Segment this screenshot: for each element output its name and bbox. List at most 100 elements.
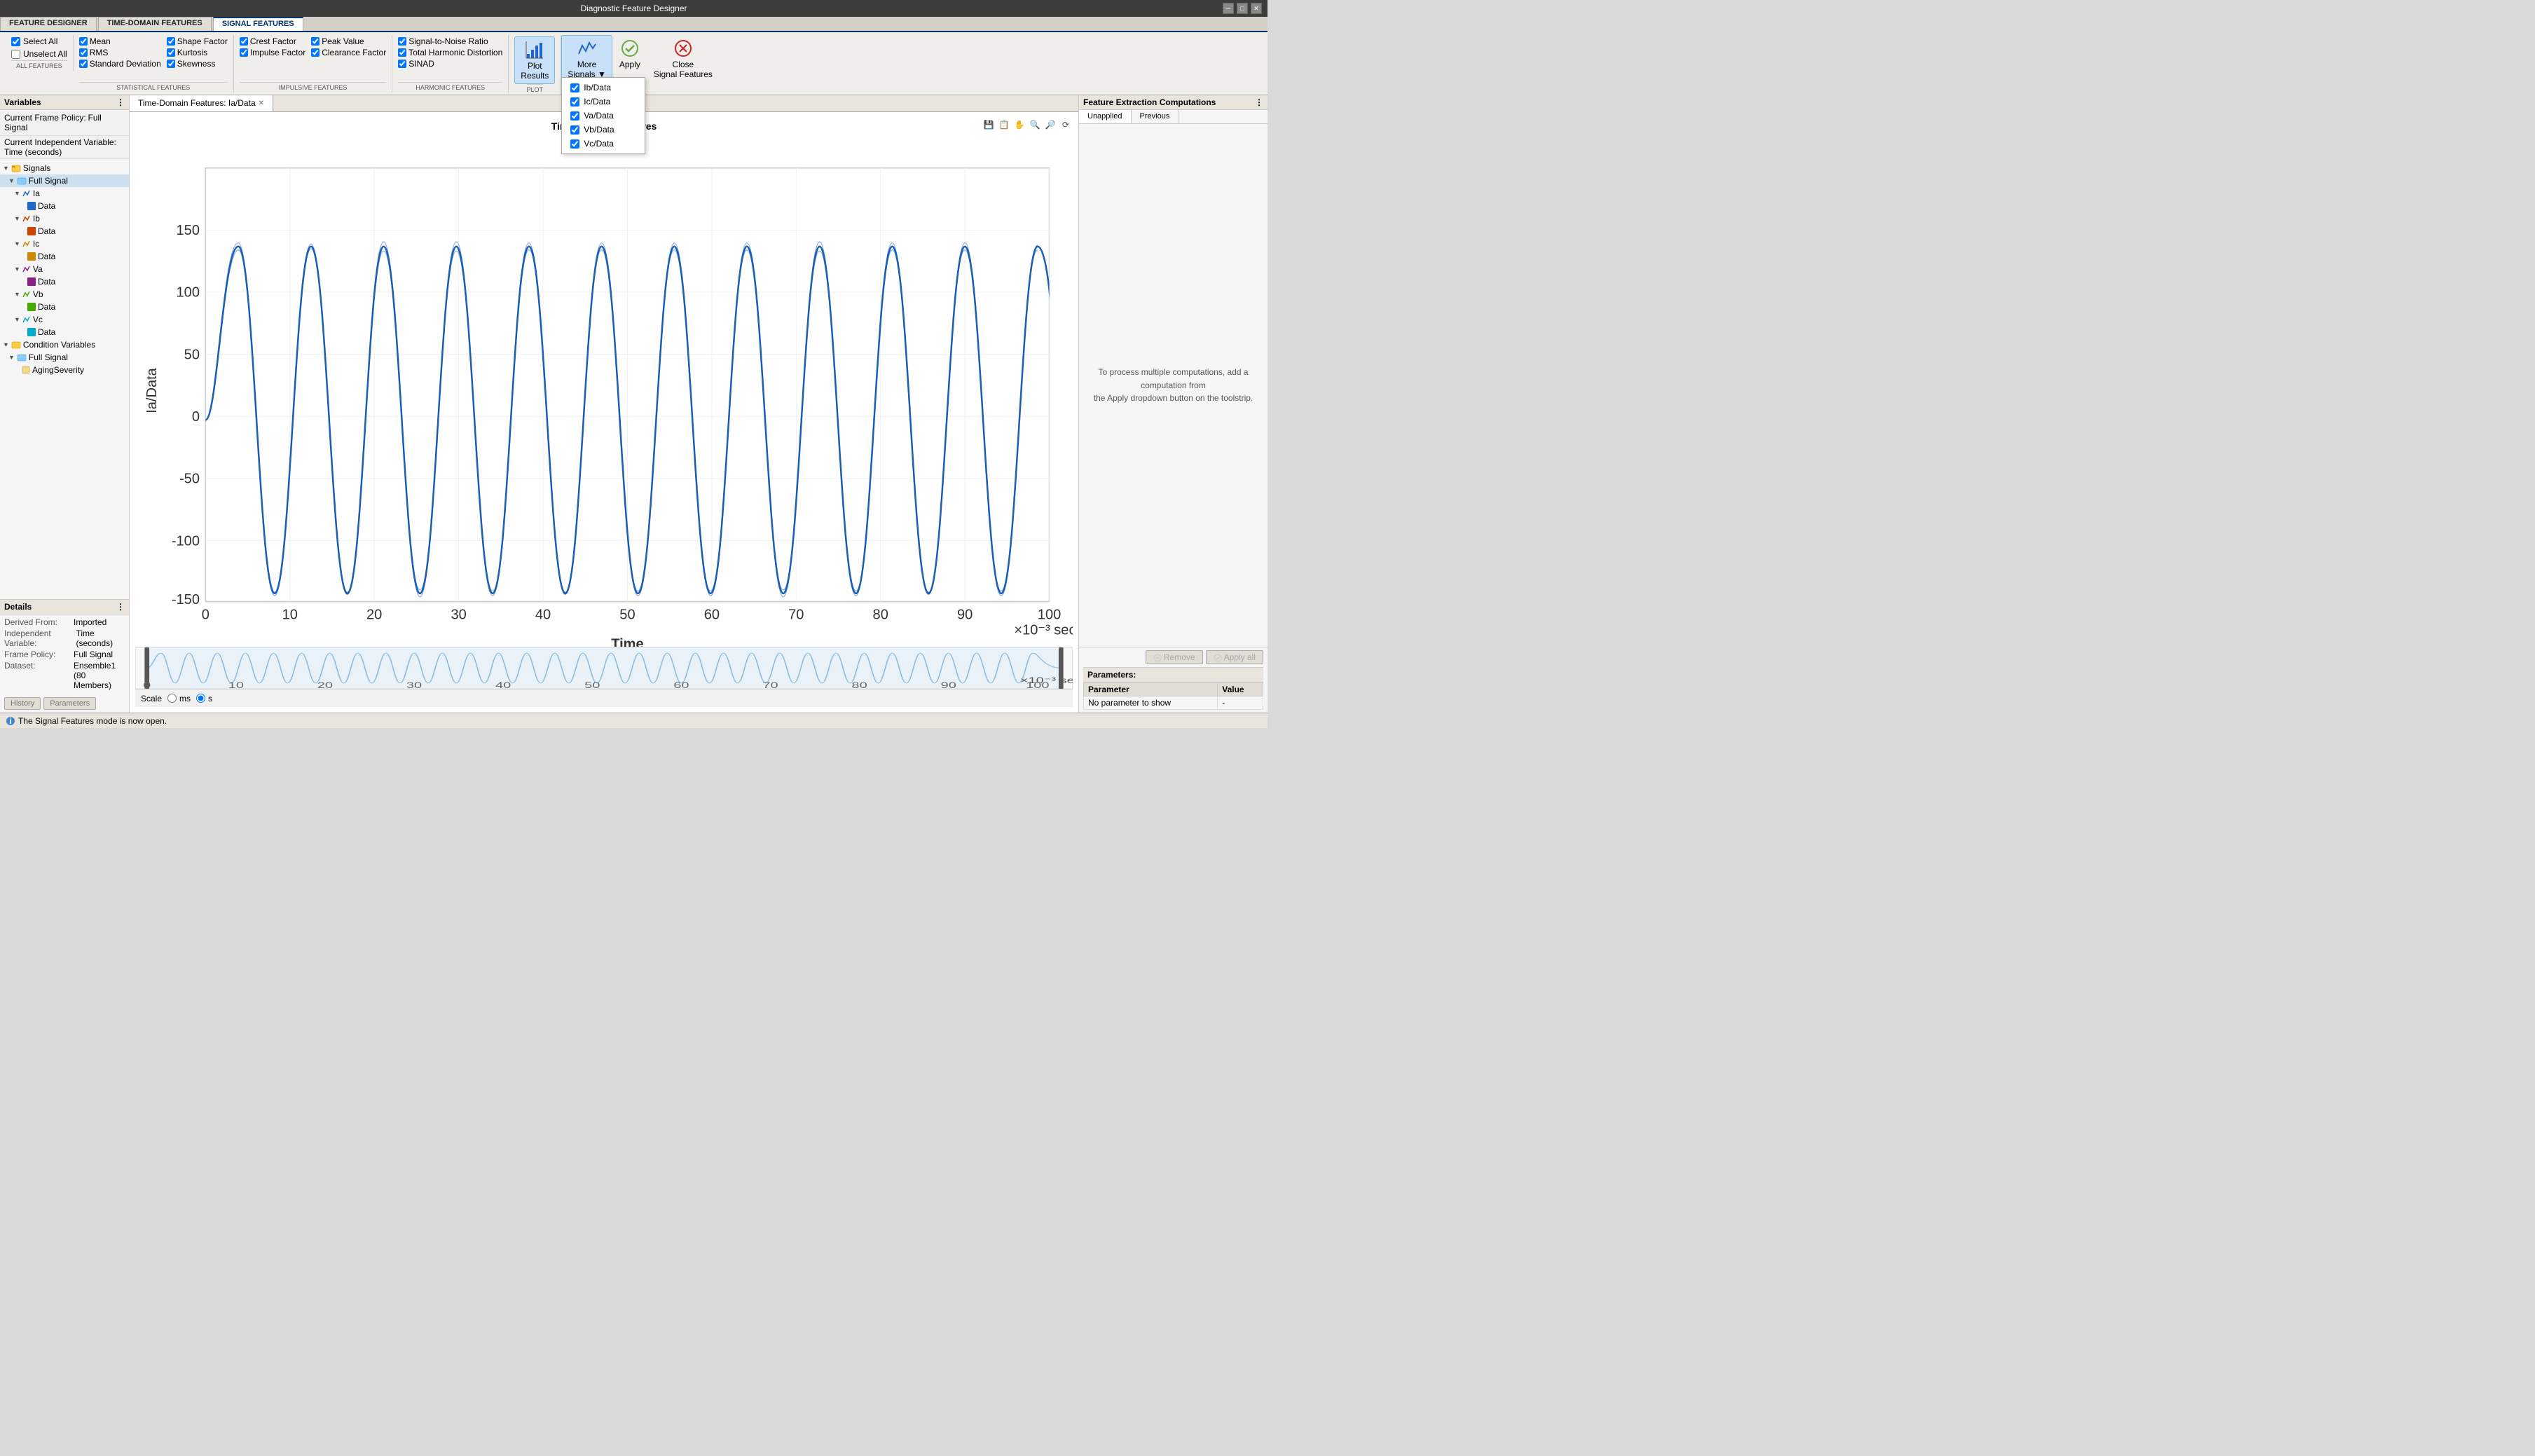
unselect-all-checkbox[interactable] [11, 50, 20, 59]
plot-zoom-out-icon[interactable]: 🔎 [1043, 118, 1057, 132]
plot-reset-icon[interactable]: ⟳ [1059, 118, 1073, 132]
plot-results-button[interactable]: PlotResults [514, 36, 555, 84]
plot-copy-icon[interactable]: 📋 [997, 118, 1011, 132]
tree-aging-severity[interactable]: AgingSeverity [0, 364, 129, 376]
app-title: Diagnostic Feature Designer [580, 4, 687, 13]
params-table: Parameter Value No parameter to show - [1083, 682, 1263, 710]
tree-signals-root[interactable]: ▼ Signals [0, 162, 129, 174]
tree-vc-data[interactable]: Data [0, 326, 129, 338]
ribbon: Select All Unselect All ALL FEATURES Mea… [0, 32, 1268, 95]
tree-ic[interactable]: ▼ Ic [0, 238, 129, 250]
harmonic-title: HARMONIC FEATURES [398, 82, 502, 91]
harmonic-features-group: Signal-to-Noise Ratio Total Harmonic Dis… [392, 35, 509, 92]
info-icon: i [6, 716, 15, 726]
select-all-checkbox[interactable] [11, 37, 20, 46]
dropdown-item-va[interactable]: Va/Data [562, 109, 645, 123]
remove-button[interactable]: Remove [1146, 650, 1203, 664]
unapplied-tab[interactable]: Unapplied [1079, 110, 1132, 123]
svg-text:×10⁻³ sec: ×10⁻³ sec [1020, 675, 1073, 685]
skewness-checkbox[interactable]: Skewness [167, 59, 228, 69]
shape-factor-checkbox[interactable]: Shape Factor [167, 36, 228, 46]
plot-container: Time-Domain Features 💾 📋 ✋ 🔍 🔎 ⟳ Ia/Data [130, 112, 1078, 713]
impulsive-title: IMPULSIVE FEATURES [240, 82, 386, 91]
dropdown-ib-label: Ib/Data [584, 83, 611, 92]
details-title: Details [4, 602, 32, 612]
tree-ib-data[interactable]: Data [0, 225, 129, 238]
plot-title: PLOT [527, 84, 544, 93]
status-message: The Signal Features mode is now open. [18, 716, 167, 726]
tree-va[interactable]: ▼ Va [0, 263, 129, 275]
feature-extraction-content: To process multiple computations, add a … [1079, 124, 1268, 647]
plot-pan-icon[interactable]: ✋ [1012, 118, 1026, 132]
std-dev-checkbox[interactable]: Standard Deviation [79, 59, 161, 69]
scale-ms-option[interactable]: ms [167, 694, 191, 703]
maximize-button[interactable]: □ [1237, 3, 1248, 14]
tree-vb-data[interactable]: Data [0, 301, 129, 313]
close-signal-features-button[interactable]: CloseSignal Features [647, 35, 719, 83]
details-toggle[interactable]: ⋮ [116, 602, 125, 612]
tree-ia-data[interactable]: Data [0, 200, 129, 212]
tree-vc[interactable]: ▼ Vc [0, 313, 129, 326]
mini-chart[interactable]: 0 10 20 30 40 50 60 70 80 90 100 ×10⁻³ s… [135, 647, 1073, 689]
thd-checkbox[interactable]: Total Harmonic Distortion [398, 48, 502, 57]
scale-s-label[interactable]: s [208, 694, 212, 703]
dropdown-item-vb[interactable]: Vb/Data [562, 123, 645, 137]
signals-toggle[interactable]: ▼ [3, 165, 9, 172]
tree-condition-vars[interactable]: ▼ Condition Variables [0, 338, 129, 351]
close-features-label: CloseSignal Features [654, 60, 713, 79]
peak-value-checkbox[interactable]: Peak Value [311, 36, 386, 46]
feature-extraction-menu[interactable]: ⋮ [1255, 97, 1263, 107]
plot-save-icon[interactable]: 💾 [982, 118, 996, 132]
dropdown-item-vc[interactable]: Vc/Data [562, 137, 645, 151]
chart-icon [525, 40, 544, 60]
snr-checkbox[interactable]: Signal-to-Noise Ratio [398, 36, 502, 46]
kurtosis-checkbox[interactable]: Kurtosis [167, 48, 228, 57]
svg-text:100: 100 [177, 285, 200, 301]
variables-menu-icon[interactable]: ⋮ [116, 97, 125, 107]
tree-ib[interactable]: ▼ Ib [0, 212, 129, 225]
signals-label: Signals [23, 163, 50, 173]
footer-buttons: Remove Apply all [1083, 650, 1263, 664]
close-button[interactable]: ✕ [1251, 3, 1262, 14]
history-button[interactable]: History [4, 697, 41, 710]
dropdown-item-ib[interactable]: Ib/Data [562, 81, 645, 95]
scale-s-option[interactable]: s [196, 694, 212, 703]
tree-full-signal[interactable]: ▼ Full Signal [0, 174, 129, 187]
minimize-button[interactable]: ─ [1223, 3, 1234, 14]
impulse-factor-checkbox[interactable]: Impulse Factor [240, 48, 305, 57]
tab-time-domain-features[interactable]: TIME-DOMAIN FEATURES [98, 17, 212, 31]
sinad-checkbox[interactable]: SINAD [398, 59, 502, 69]
rms-checkbox[interactable]: RMS [79, 48, 161, 57]
center-panel: Time-Domain Features: Ia/Data ✕ Time-Dom… [130, 95, 1078, 713]
dropdown-item-ic[interactable]: Ic/Data [562, 95, 645, 109]
right-panel-footer: Remove Apply all Parameters: Parameter [1079, 647, 1268, 713]
clearance-factor-checkbox[interactable]: Clearance Factor [311, 48, 386, 57]
apply-button[interactable]: Apply [612, 35, 647, 73]
tree-ia[interactable]: ▼ Ia [0, 187, 129, 200]
mean-checkbox[interactable]: Mean [79, 36, 161, 46]
crest-factor-checkbox[interactable]: Crest Factor [240, 36, 305, 46]
tree-container[interactable]: ▼ Signals ▼ Full Signal ▼ Ia Data [0, 159, 129, 599]
tree-ic-data[interactable]: Data [0, 250, 129, 263]
previous-tab[interactable]: Previous [1132, 110, 1179, 123]
tab-close-icon[interactable]: ✕ [259, 99, 264, 107]
frame-policy-details-row: Frame Policy: Full Signal [4, 650, 125, 659]
parameters-button[interactable]: Parameters [43, 697, 96, 710]
details-header[interactable]: Details ⋮ [0, 600, 129, 614]
svg-text:150: 150 [177, 223, 200, 238]
tree-va-data[interactable]: Data [0, 275, 129, 288]
plot-zoom-in-icon[interactable]: 🔍 [1028, 118, 1042, 132]
tree-condition-full-signal[interactable]: ▼ Full Signal [0, 351, 129, 364]
tree-vb[interactable]: ▼ Vb [0, 288, 129, 301]
full-signal-toggle[interactable]: ▼ [8, 177, 15, 184]
svg-text:10: 10 [228, 680, 244, 689]
tab-signal-features[interactable]: SIGNAL FEATURES [213, 17, 303, 31]
more-signals-button[interactable]: MoreSignals ▼ [561, 35, 612, 83]
tab-feature-designer[interactable]: FEATURE DESIGNER [0, 17, 97, 31]
right-panel: Feature Extraction Computations ⋮ Unappl… [1078, 95, 1268, 713]
window-controls[interactable]: ─ □ ✕ [1223, 3, 1262, 14]
scale-ms-label[interactable]: ms [179, 694, 191, 703]
svg-text:50: 50 [584, 680, 600, 689]
plot-tab-ia[interactable]: Time-Domain Features: Ia/Data ✕ [130, 95, 273, 111]
apply-all-button[interactable]: Apply all [1206, 650, 1263, 664]
